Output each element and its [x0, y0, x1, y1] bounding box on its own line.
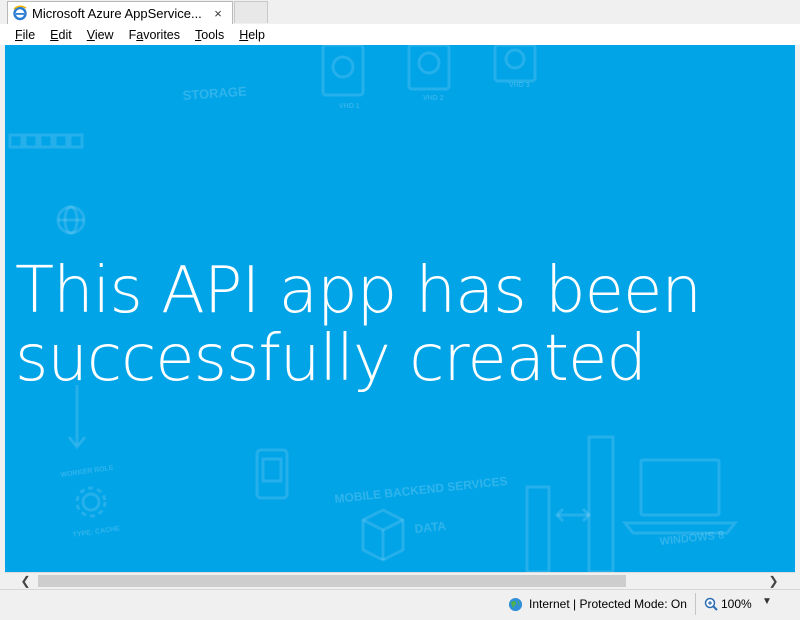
zoom-dropdown-icon[interactable]: ▼: [762, 596, 772, 607]
status-bar: Internet | Protected Mode: On 100% ▼: [0, 589, 800, 620]
art-label-vhd1: VHD 1: [339, 103, 360, 110]
scroll-thumb[interactable]: [38, 575, 626, 587]
status-divider: [695, 593, 696, 615]
tab-strip: Microsoft Azure AppService... ×: [0, 0, 800, 25]
menu-file[interactable]: File: [15, 28, 35, 42]
menu-tools[interactable]: Tools: [195, 28, 224, 42]
browser-tab[interactable]: Microsoft Azure AppService... ×: [7, 1, 233, 24]
zone-text: Internet | Protected Mode: On: [529, 597, 687, 611]
art-label-vhd3: VHD 3: [509, 82, 530, 89]
scroll-left-arrow-icon[interactable]: ❮: [17, 573, 34, 589]
zoom-magnifier-icon: [704, 597, 718, 611]
window-frame-right: [795, 45, 800, 589]
close-tab-icon[interactable]: ×: [210, 6, 226, 21]
new-tab-button[interactable]: [234, 1, 268, 23]
ie-favicon-icon: [12, 5, 28, 21]
tab-title: Microsoft Azure AppService...: [32, 5, 202, 21]
horizontal-scrollbar[interactable]: ❮ ❯: [5, 572, 795, 589]
art-label-vhd2: VHD 2: [423, 95, 444, 102]
art-label-mobile-backend: MOBILE BACKEND SERVICES: [334, 474, 508, 506]
menu-view[interactable]: View: [87, 28, 114, 42]
success-headline: This API app has been successfully creat…: [15, 257, 775, 393]
security-zone[interactable]: Internet | Protected Mode: On: [508, 595, 687, 613]
art-label-storage: STORAGE: [182, 84, 247, 103]
headline-line-1: This API app has been: [15, 254, 702, 328]
zoom-level: 100%: [721, 597, 752, 611]
scroll-right-arrow-icon[interactable]: ❯: [765, 573, 782, 589]
page-content: STORAGE VHD 1 VHD 2 VHD 3 WORKER ROLE TY…: [5, 45, 795, 572]
menu-edit[interactable]: Edit: [50, 28, 72, 42]
internet-globe-icon: [508, 597, 523, 611]
art-label-type-cache: TYPE: CACHE: [72, 525, 120, 539]
menu-help[interactable]: Help: [239, 28, 265, 42]
menu-favorites[interactable]: Favorites: [129, 28, 180, 42]
zoom-control[interactable]: 100%: [704, 595, 752, 613]
art-label-worker-role: WORKER ROLE: [60, 465, 114, 479]
headline-line-2: successfully created: [15, 322, 647, 396]
art-label-data: DATA: [414, 519, 447, 536]
menu-bar: File Edit View Favorites Tools Help: [0, 24, 800, 46]
